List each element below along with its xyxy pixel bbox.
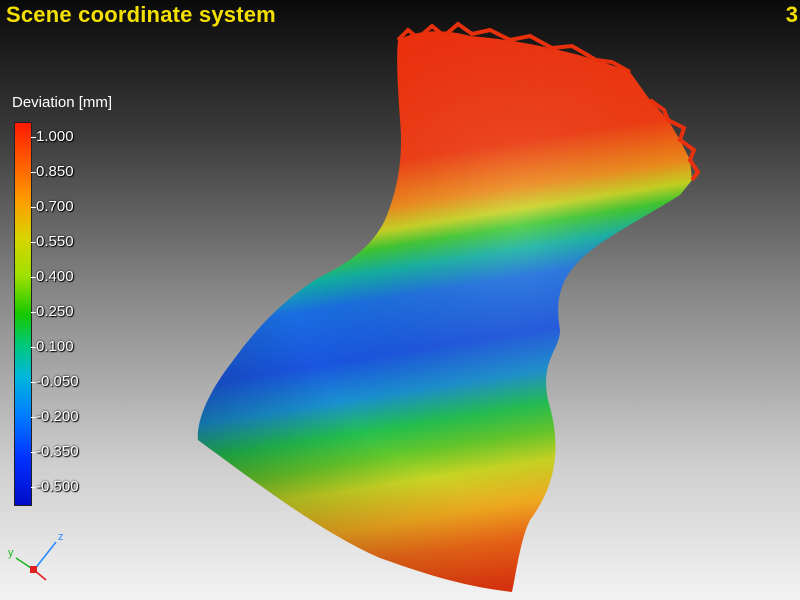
y-axis-label: y [8,547,14,559]
deviation-3d-model[interactable] [0,0,800,600]
legend-tick: -0.350 [36,443,79,460]
legend-tick: 0.700 [36,198,74,215]
legend-tick: 0.100 [36,338,74,355]
legend-tick: 1.000 [36,128,74,145]
legend-tick: 0.250 [36,303,74,320]
axis-triad-icon: z y [8,531,64,581]
legend-tick: 0.550 [36,233,74,250]
color-scale-bar [14,122,32,506]
legend-tick: 0.850 [36,163,74,180]
legend-tick: 0.400 [36,268,74,285]
z-axis-label: z [58,531,64,543]
legend-tick: -0.200 [36,408,79,425]
legend-title: Deviation [mm] [12,94,113,111]
legend-tick: -0.050 [36,373,79,390]
legend-tick: -0.500 [36,478,79,495]
